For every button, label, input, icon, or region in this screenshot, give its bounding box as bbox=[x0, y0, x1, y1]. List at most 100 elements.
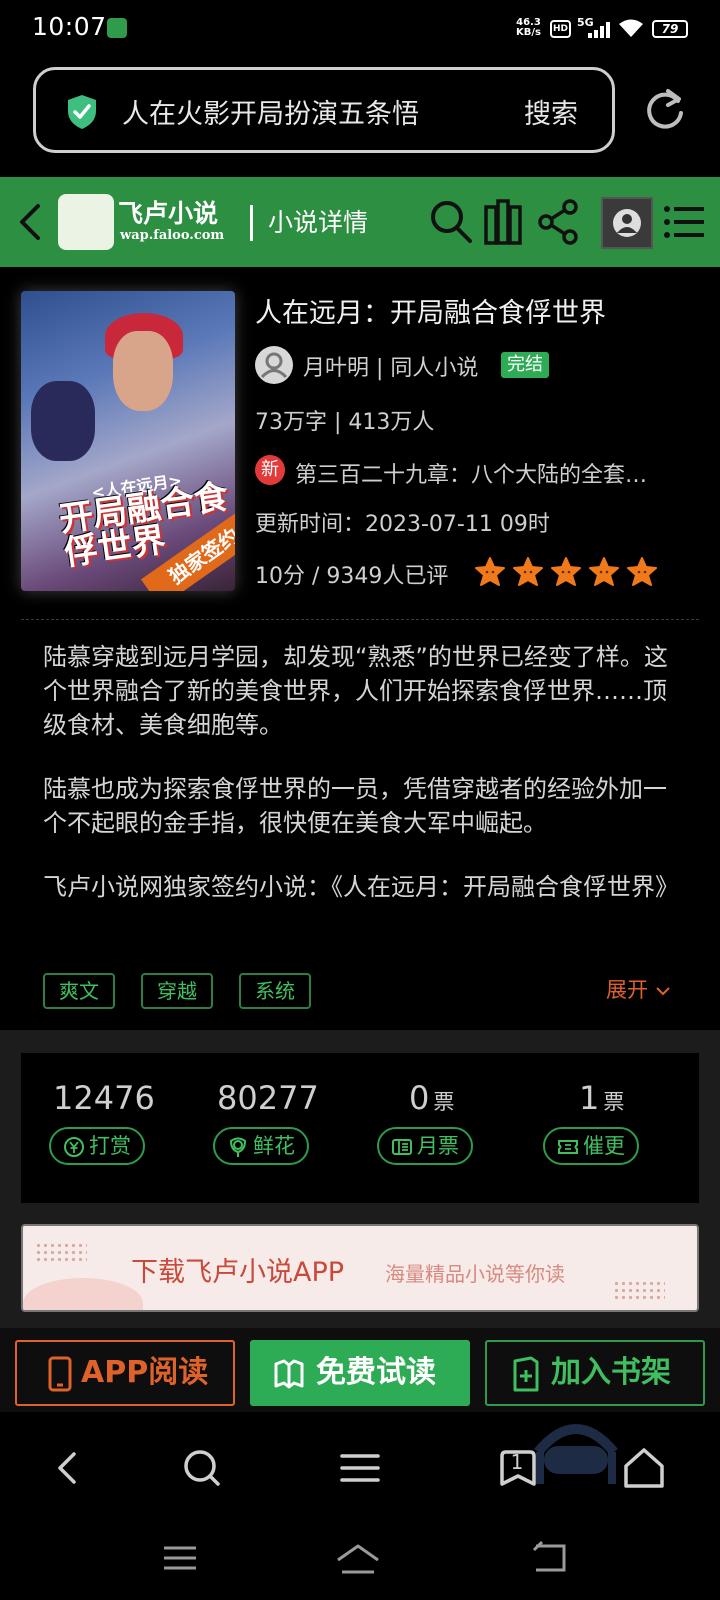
flower-label: 鲜花 bbox=[253, 1134, 295, 1158]
search-icon[interactable] bbox=[428, 197, 474, 247]
open-book-icon bbox=[274, 1359, 304, 1389]
app-read-button[interactable]: APP阅读 bbox=[15, 1340, 235, 1406]
user-icon bbox=[613, 209, 641, 237]
author-avatar[interactable] bbox=[255, 346, 293, 384]
author-line[interactable]: 月叶明 | 同人小说 bbox=[303, 350, 478, 382]
reward-count: 12476 bbox=[53, 1079, 155, 1117]
menu-icon[interactable] bbox=[662, 197, 708, 247]
reward-label: 打赏 bbox=[89, 1134, 131, 1158]
chevron-down-icon bbox=[655, 987, 670, 996]
net-speed: 46.3 KB/s bbox=[516, 18, 541, 38]
add-book-icon bbox=[513, 1356, 539, 1392]
url-query-text[interactable]: 人在火影开局扮演五条悟 bbox=[122, 92, 419, 131]
home-gesture-icon[interactable] bbox=[334, 1540, 382, 1576]
url-bar[interactable]: 人在火影开局扮演五条悟 搜索 bbox=[33, 67, 615, 153]
synopsis-paragraph: 陆慕穿越到远月学园，却发现“熟悉”的世界已经变了样。这个世界融合了新的美食世界，… bbox=[43, 643, 668, 739]
browser-nav-bar bbox=[0, 1412, 720, 1522]
signal-icon bbox=[588, 22, 610, 38]
add-to-shelf-label: 加入书架 bbox=[551, 1355, 671, 1390]
bookshelf-icon[interactable] bbox=[482, 197, 528, 247]
add-to-shelf-button[interactable]: 加入书架 bbox=[485, 1340, 705, 1406]
book-stats: 73万字 | 413万人 bbox=[255, 410, 435, 435]
search-icon[interactable] bbox=[180, 1446, 224, 1490]
status-bar: 10:07 46.3 KB/s HD 5G 79 bbox=[0, 0, 720, 58]
tag-item[interactable]: 穿越 bbox=[141, 973, 213, 1009]
monthly-ticket-button[interactable]: 月票 bbox=[377, 1127, 473, 1165]
reward-button[interactable]: 打赏 bbox=[49, 1127, 145, 1165]
free-read-label: 免费试读 bbox=[316, 1355, 436, 1390]
shield-check-icon bbox=[68, 95, 96, 129]
flower-count: 80277 bbox=[217, 1079, 319, 1117]
synopsis-paragraph: 飞卢小说网独家签约小说：《人在远月：开局融合食俘世界》 bbox=[43, 873, 679, 901]
support-panel: 12476 打赏 80277 鲜花 0票 月票 1票 催更 bbox=[21, 1053, 699, 1203]
banner-decoration bbox=[613, 1280, 665, 1302]
site-header: 飞卢小说 wap.faloo.com 小说详情 bbox=[0, 177, 720, 267]
free-read-button[interactable]: 免费试读 bbox=[250, 1340, 470, 1406]
banner-title: 下载飞卢小说APP bbox=[131, 1257, 345, 1288]
star-icon bbox=[627, 557, 657, 586]
ticket-icon bbox=[392, 1139, 412, 1155]
app-read-label: APP阅读 bbox=[81, 1355, 209, 1390]
urge-unit: 票 bbox=[603, 1090, 625, 1114]
action-bar: APP阅读 免费试读 加入书架 bbox=[0, 1328, 720, 1412]
menu-icon[interactable] bbox=[338, 1446, 382, 1490]
hd-icon: HD bbox=[550, 20, 571, 38]
star-icon bbox=[475, 557, 505, 586]
share-icon[interactable] bbox=[536, 197, 582, 247]
floating-mascot-icon[interactable] bbox=[534, 1412, 618, 1484]
yuan-coin-icon bbox=[64, 1137, 84, 1157]
urge-label: 催更 bbox=[583, 1134, 625, 1158]
header-divider bbox=[250, 205, 253, 241]
status-badge: 完结 bbox=[501, 352, 549, 378]
app-notification-icon bbox=[107, 18, 127, 38]
flower-button[interactable]: 鲜花 bbox=[213, 1127, 309, 1165]
monthly-ticket-unit: 票 bbox=[433, 1090, 455, 1114]
user-avatar[interactable] bbox=[601, 197, 653, 249]
download-app-banner[interactable]: 下载飞卢小说APP 海量精品小说等你读 bbox=[21, 1224, 699, 1312]
home-icon[interactable] bbox=[622, 1446, 666, 1490]
urge-ticket-icon bbox=[558, 1140, 578, 1154]
wifi-icon bbox=[619, 19, 643, 37]
refresh-icon[interactable] bbox=[644, 87, 686, 133]
back-arrow-icon[interactable] bbox=[18, 202, 42, 242]
synopsis-paragraph: 陆慕也成为探索食俘世界的一员，凭借穿越者的经验外加一个不起眼的金手指，很快便在美… bbox=[43, 775, 667, 837]
logo-title: 飞卢小说 bbox=[118, 199, 219, 228]
monthly-ticket-value: 0 bbox=[409, 1079, 430, 1117]
reward-value: 12476 bbox=[53, 1079, 155, 1117]
star-icon bbox=[513, 557, 543, 586]
cover-art bbox=[31, 381, 95, 461]
expand-button[interactable]: 展开 bbox=[606, 974, 671, 1004]
tag-item[interactable]: 爽文 bbox=[43, 973, 115, 1009]
synopsis: 陆慕穿越到远月学园，却发现“熟悉”的世界已经变了样。这个世界融合了新的美食世界，… bbox=[43, 640, 683, 956]
latest-chapter-link[interactable]: 第三百二十九章：八个大陆的全套… bbox=[295, 457, 695, 489]
page-title: 小说详情 bbox=[268, 208, 369, 237]
tag-item[interactable]: 系统 bbox=[239, 973, 311, 1009]
new-badge: 新 bbox=[255, 455, 285, 485]
site-logo[interactable]: 飞卢小说 wap.faloo.com bbox=[58, 194, 238, 250]
recents-icon[interactable] bbox=[160, 1540, 200, 1576]
urge-count: 1票 bbox=[579, 1079, 624, 1117]
urge-button[interactable]: 催更 bbox=[543, 1127, 639, 1165]
cover-art-face bbox=[113, 331, 173, 411]
status-time: 10:07 bbox=[32, 12, 107, 41]
divider bbox=[21, 619, 699, 620]
flower-value: 80277 bbox=[217, 1079, 319, 1117]
logo-emblem bbox=[58, 194, 114, 250]
tab-count: 1 bbox=[510, 1450, 524, 1474]
book-title: 人在远月：开局融合食俘世界 bbox=[255, 298, 606, 329]
expand-label: 展开 bbox=[606, 978, 648, 1002]
banner-decoration bbox=[35, 1242, 87, 1264]
phone-icon bbox=[48, 1356, 72, 1392]
back-icon[interactable] bbox=[46, 1446, 90, 1490]
star-icon bbox=[551, 557, 581, 586]
banner-subtitle: 海量精品小说等你读 bbox=[385, 1262, 565, 1286]
person-icon bbox=[260, 352, 288, 379]
book-cover[interactable]: <人在远月> 开局融合食俘世界 独家签约 bbox=[21, 291, 235, 591]
net-speed-unit: KB/s bbox=[516, 27, 541, 38]
battery-icon: 79 bbox=[652, 20, 688, 38]
back-gesture-icon[interactable] bbox=[528, 1540, 568, 1576]
urge-value: 1 bbox=[579, 1079, 600, 1117]
banner-decoration bbox=[23, 1278, 143, 1310]
search-button[interactable]: 搜索 bbox=[524, 92, 578, 131]
rating-text: 10分 / 9349人已评 bbox=[255, 564, 449, 589]
